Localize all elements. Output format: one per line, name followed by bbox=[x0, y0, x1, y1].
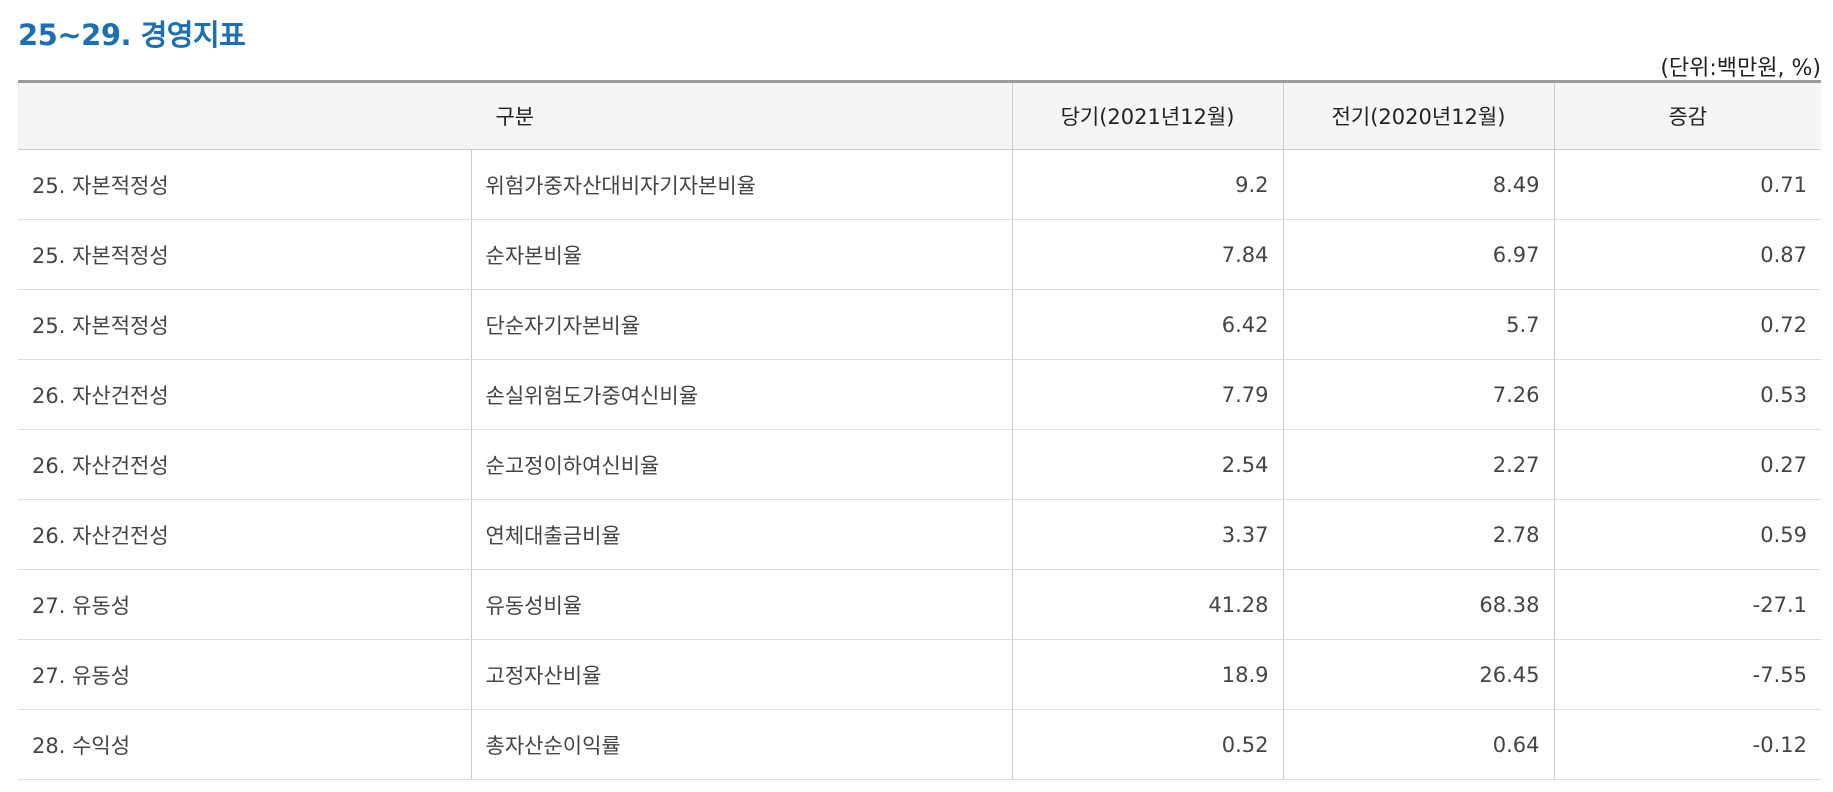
cell-current: 7.79 bbox=[1011, 359, 1284, 430]
cell-change: 0.59 bbox=[1553, 499, 1822, 570]
cell-item: 유동성비율 bbox=[470, 569, 1013, 640]
table-row: 25. 자본적정성 단순자기자본비율 6.42 5.7 0.72 bbox=[18, 289, 1822, 360]
cell-current: 41.28 bbox=[1011, 569, 1284, 640]
table-row: 25. 자본적정성 위험가중자산대비자기자본비율 9.2 8.49 0.71 bbox=[18, 149, 1822, 220]
management-indicators-table: 구분 당기(2021년12월) 전기(2020년12월) 증감 25. 자본적정… bbox=[18, 80, 1822, 780]
header-previous-period: 전기(2020년12월) bbox=[1282, 80, 1555, 150]
cell-current: 3.37 bbox=[1011, 499, 1284, 570]
table-row: 26. 자산건전성 손실위험도가중여신비율 7.79 7.26 0.53 bbox=[18, 359, 1822, 430]
cell-item: 연체대출금비율 bbox=[470, 499, 1013, 570]
cell-current: 6.42 bbox=[1011, 289, 1284, 360]
cell-change: 0.27 bbox=[1553, 429, 1822, 500]
cell-change: 0.53 bbox=[1553, 359, 1822, 430]
cell-previous: 5.7 bbox=[1282, 289, 1555, 360]
cell-item: 순고정이하여신비율 bbox=[470, 429, 1013, 500]
cell-item: 단순자기자본비율 bbox=[470, 289, 1013, 360]
cell-change: 0.71 bbox=[1553, 149, 1822, 220]
cell-item: 총자산순이익률 bbox=[470, 709, 1013, 780]
cell-previous: 2.78 bbox=[1282, 499, 1555, 570]
cell-previous: 0.64 bbox=[1282, 709, 1555, 780]
table-row: 27. 유동성 유동성비율 41.28 68.38 -27.1 bbox=[18, 569, 1822, 640]
header-change: 증감 bbox=[1553, 80, 1822, 150]
cell-previous: 8.49 bbox=[1282, 149, 1555, 220]
cell-group: 25. 자본적정성 bbox=[18, 219, 471, 290]
cell-current: 0.52 bbox=[1011, 709, 1284, 780]
cell-change: -0.12 bbox=[1553, 709, 1822, 780]
page: 25~29. 경영지표 (단위:백만원, %) 구분 당기(2021년12월) … bbox=[0, 0, 1833, 792]
cell-previous: 68.38 bbox=[1282, 569, 1555, 640]
cell-change: 0.87 bbox=[1553, 219, 1822, 290]
cell-group: 25. 자본적정성 bbox=[18, 289, 471, 360]
cell-item: 손실위험도가중여신비율 bbox=[470, 359, 1013, 430]
table-row: 27. 유동성 고정자산비율 18.9 26.45 -7.55 bbox=[18, 639, 1822, 710]
cell-change: -27.1 bbox=[1553, 569, 1822, 640]
cell-group: 26. 자산건전성 bbox=[18, 359, 471, 430]
cell-change: 0.72 bbox=[1553, 289, 1822, 360]
table-row: 26. 자산건전성 연체대출금비율 3.37 2.78 0.59 bbox=[18, 499, 1822, 570]
cell-previous: 7.26 bbox=[1282, 359, 1555, 430]
cell-group: 25. 자본적정성 bbox=[18, 149, 471, 220]
cell-current: 18.9 bbox=[1011, 639, 1284, 710]
cell-group: 26. 자산건전성 bbox=[18, 499, 471, 570]
cell-previous: 2.27 bbox=[1282, 429, 1555, 500]
header-category: 구분 bbox=[18, 80, 1013, 150]
header-current-period: 당기(2021년12월) bbox=[1011, 80, 1284, 150]
table-row: 28. 수익성 총자산순이익률 0.52 0.64 -0.12 bbox=[18, 709, 1822, 780]
cell-current: 7.84 bbox=[1011, 219, 1284, 290]
cell-previous: 6.97 bbox=[1282, 219, 1555, 290]
unit-label: (단위:백만원, %) bbox=[1660, 56, 1821, 81]
cell-item: 고정자산비율 bbox=[470, 639, 1013, 710]
cell-current: 2.54 bbox=[1011, 429, 1284, 500]
cell-previous: 26.45 bbox=[1282, 639, 1555, 710]
table-row: 26. 자산건전성 순고정이하여신비율 2.54 2.27 0.27 bbox=[18, 429, 1822, 500]
table-row: 25. 자본적정성 순자본비율 7.84 6.97 0.87 bbox=[18, 219, 1822, 290]
cell-change: -7.55 bbox=[1553, 639, 1822, 710]
page-title: 25~29. 경영지표 bbox=[18, 18, 246, 52]
cell-group: 26. 자산건전성 bbox=[18, 429, 471, 500]
cell-item: 순자본비율 bbox=[470, 219, 1013, 290]
cell-group: 27. 유동성 bbox=[18, 569, 471, 640]
cell-group: 27. 유동성 bbox=[18, 639, 471, 710]
cell-item: 위험가중자산대비자기자본비율 bbox=[470, 149, 1013, 220]
cell-current: 9.2 bbox=[1011, 149, 1284, 220]
cell-group: 28. 수익성 bbox=[18, 709, 471, 780]
table-header-row: 구분 당기(2021년12월) 전기(2020년12월) 증감 bbox=[18, 80, 1822, 150]
